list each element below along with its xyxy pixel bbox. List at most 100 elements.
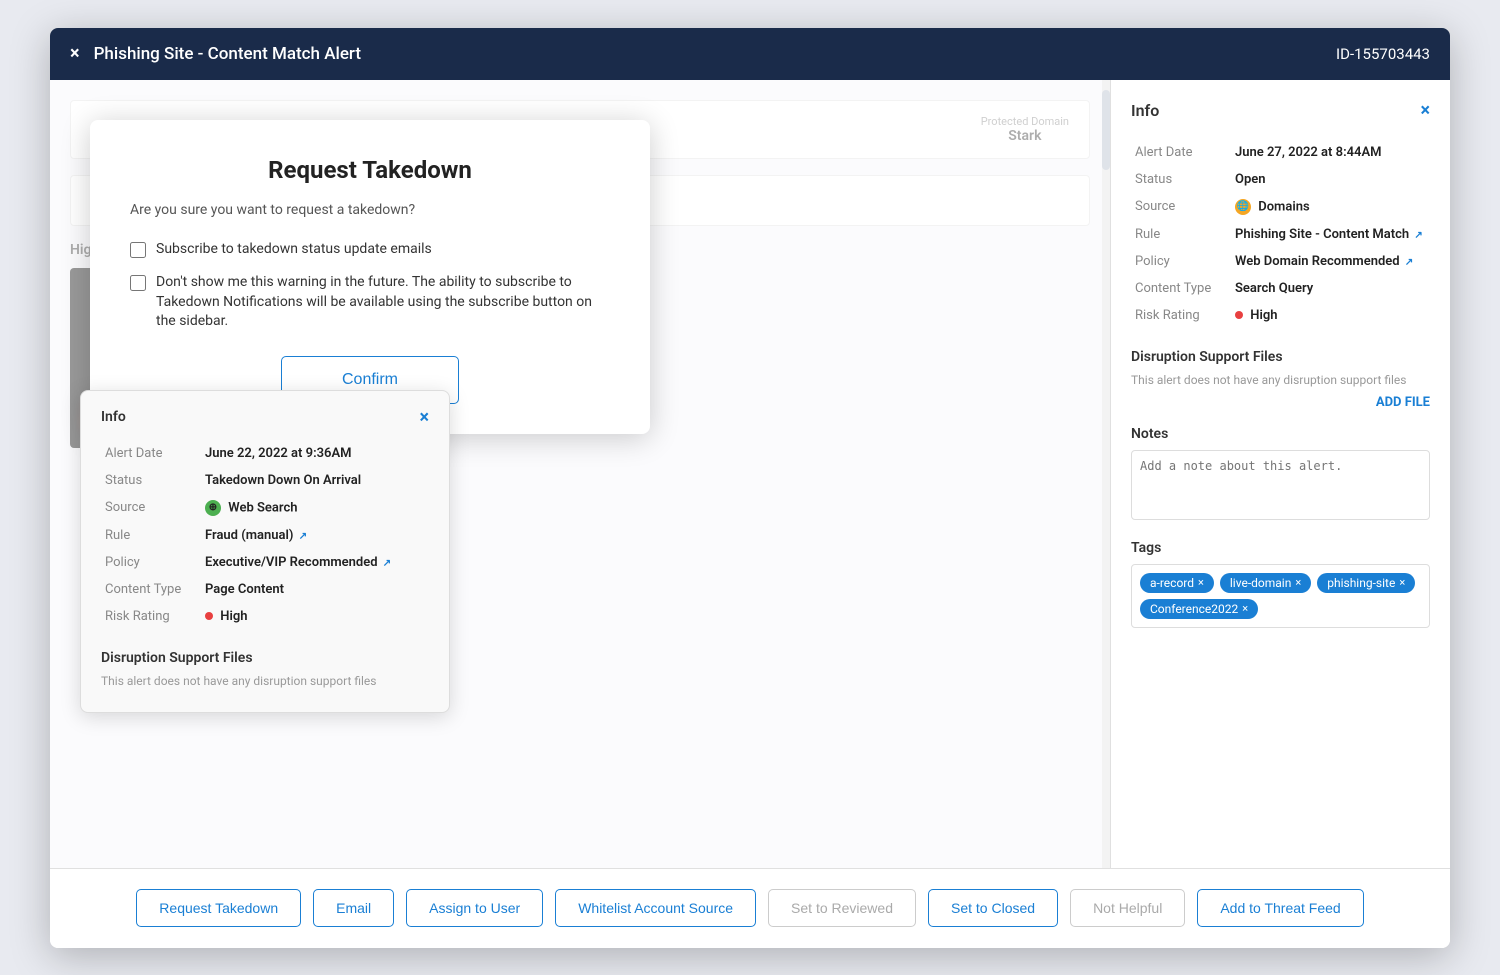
modal-title: Request Takedown xyxy=(130,156,610,184)
info-small-policy-value: Executive/VIP Recommended ↗ xyxy=(201,549,429,576)
risk-dot-small xyxy=(205,612,213,620)
risk-rating-value: High xyxy=(1231,302,1430,329)
info-small-alert-date-value: June 22, 2022 at 9:36AM xyxy=(201,440,429,467)
source-label: Source xyxy=(1131,193,1231,221)
info-small-content-type-value: Page Content xyxy=(201,576,429,603)
content-type-value: Search Query xyxy=(1231,275,1430,302)
tag-remove-live-domain[interactable]: × xyxy=(1295,576,1301,589)
info-small-source-label: Source xyxy=(101,494,201,522)
checkbox-row-1: Subscribe to takedown status update emai… xyxy=(130,240,610,260)
subscribe-checkbox[interactable] xyxy=(130,242,146,258)
right-panel-header: Info × xyxy=(1131,100,1430,121)
info-small-rule-value: Fraud (manual) ↗ xyxy=(201,522,429,549)
disruption-note: This alert does not have any disruption … xyxy=(1131,373,1430,387)
rule-value: Phishing Site - Content Match ↗ xyxy=(1231,221,1430,248)
tag-a-record: a-record × xyxy=(1140,573,1214,593)
notes-textarea[interactable] xyxy=(1131,450,1430,520)
takedown-modal: Request Takedown Are you sure you want t… xyxy=(90,120,650,434)
disruption-title: Disruption Support Files xyxy=(1131,349,1430,365)
info-small-close-button[interactable]: × xyxy=(419,407,429,428)
dont-show-label: Don't show me this warning in the future… xyxy=(156,273,610,332)
rule-link-icon[interactable]: ↗ xyxy=(299,531,307,542)
web-search-icon: ⊕ xyxy=(205,500,221,516)
risk-dot-right xyxy=(1235,311,1243,319)
right-panel-close-button[interactable]: × xyxy=(1420,100,1430,121)
tag-live-domain: live-domain × xyxy=(1220,573,1311,593)
domain-icon: 🌐 xyxy=(1235,199,1251,215)
tag-label-live-domain: live-domain xyxy=(1230,576,1291,590)
right-panel: Info × Alert Date June 27, 2022 at 8:44A… xyxy=(1110,80,1450,868)
add-file-link[interactable]: ADD FILE xyxy=(1131,395,1430,410)
policy-value: Web Domain Recommended ↗ xyxy=(1231,248,1430,275)
tag-remove-phishing-site[interactable]: × xyxy=(1399,576,1405,589)
alert-id: ID-155703443 xyxy=(1336,45,1430,63)
modal-question: Are you sure you want to request a taked… xyxy=(130,202,610,218)
right-panel-title: Info xyxy=(1131,101,1159,120)
not-helpful-button[interactable]: Not Helpful xyxy=(1070,889,1185,927)
info-small-status-row: Status Takedown Down On Arrival xyxy=(101,467,429,494)
alert-date-value: June 27, 2022 at 8:44AM xyxy=(1231,139,1430,166)
dont-show-checkbox[interactable] xyxy=(130,275,146,291)
tag-remove-conference2022[interactable]: × xyxy=(1242,602,1248,615)
request-takedown-button[interactable]: Request Takedown xyxy=(136,889,301,927)
checkbox-row-2: Don't show me this warning in the future… xyxy=(130,273,610,332)
risk-rating-label: Risk Rating xyxy=(1131,302,1231,329)
tag-label-phishing-site: phishing-site xyxy=(1327,576,1395,590)
subscribe-label: Subscribe to takedown status update emai… xyxy=(156,240,432,260)
tags-container: a-record × live-domain × phishing-site ×… xyxy=(1131,564,1430,628)
info-small-source-row: Source ⊕ Web Search xyxy=(101,494,429,522)
info-small-rule-label: Rule xyxy=(101,522,201,549)
policy-link-icon-small[interactable]: ↗ xyxy=(383,558,391,569)
tags-title: Tags xyxy=(1131,540,1430,556)
info-small-content-type-row: Content Type Page Content xyxy=(101,576,429,603)
main-window: × Phishing Site - Content Match Alert ID… xyxy=(50,28,1450,948)
set-to-closed-button[interactable]: Set to Closed xyxy=(928,889,1058,927)
info-small-risk-label: Risk Rating xyxy=(101,603,201,630)
alert-date-row: Alert Date June 27, 2022 at 8:44AM xyxy=(1131,139,1430,166)
policy-link-icon[interactable]: ↗ xyxy=(1405,257,1413,268)
info-small-status-value: Takedown Down On Arrival xyxy=(201,467,429,494)
tag-label-a-record: a-record xyxy=(1150,576,1194,590)
info-panel-small-title: Info xyxy=(101,409,126,425)
info-small-rule-row: Rule Fraud (manual) ↗ xyxy=(101,522,429,549)
whitelist-account-source-button[interactable]: Whitelist Account Source xyxy=(555,889,756,927)
risk-rating-row: Risk Rating High xyxy=(1131,302,1430,329)
rule-link-icon-right[interactable]: ↗ xyxy=(1414,230,1422,241)
info-small-source-value: ⊕ Web Search xyxy=(201,494,429,522)
info-small-status-label: Status xyxy=(101,467,201,494)
assign-to-user-button[interactable]: Assign to User xyxy=(406,889,543,927)
policy-label: Policy xyxy=(1131,248,1231,275)
source-value: 🌐 Domains xyxy=(1231,193,1430,221)
set-to-reviewed-button[interactable]: Set to Reviewed xyxy=(768,889,916,927)
alert-date-label: Alert Date xyxy=(1131,139,1231,166)
info-panel-small: Info × Alert Date June 22, 2022 at 9:36A… xyxy=(80,390,450,713)
tag-phishing-site: phishing-site × xyxy=(1317,573,1415,593)
source-row: Source 🌐 Domains xyxy=(1131,193,1430,221)
title-bar: × Phishing Site - Content Match Alert ID… xyxy=(50,28,1450,80)
main-content: Protected Domain Stark Status Live Phish… xyxy=(50,80,1450,868)
add-to-threat-feed-button[interactable]: Add to Threat Feed xyxy=(1197,889,1363,927)
right-panel-info-table: Alert Date June 27, 2022 at 8:44AM Statu… xyxy=(1131,139,1430,329)
tag-remove-a-record[interactable]: × xyxy=(1198,576,1204,589)
window-close-button[interactable]: × xyxy=(70,43,80,64)
info-small-table: Alert Date June 22, 2022 at 9:36AM Statu… xyxy=(101,440,429,630)
info-small-alert-date-row: Alert Date June 22, 2022 at 9:36AM xyxy=(101,440,429,467)
info-small-alert-date-label: Alert Date xyxy=(101,440,201,467)
email-button[interactable]: Email xyxy=(313,889,394,927)
info-small-content-type-label: Content Type xyxy=(101,576,201,603)
tag-label-conference2022: Conference2022 xyxy=(1150,602,1238,616)
info-small-policy-row: Policy Executive/VIP Recommended ↗ xyxy=(101,549,429,576)
info-small-risk-value: High xyxy=(201,603,429,630)
status-row: Status Open xyxy=(1131,166,1430,193)
tag-conference2022: Conference2022 × xyxy=(1140,599,1258,619)
content-type-label: Content Type xyxy=(1131,275,1231,302)
info-small-disruption-title: Disruption Support Files xyxy=(101,650,429,666)
action-bar: Request Takedown Email Assign to User Wh… xyxy=(50,868,1450,948)
notes-title: Notes xyxy=(1131,426,1430,442)
info-small-disruption-note: This alert does not have any disruption … xyxy=(101,674,429,688)
rule-row: Rule Phishing Site - Content Match ↗ xyxy=(1131,221,1430,248)
info-panel-small-header: Info × xyxy=(101,407,429,428)
policy-row: Policy Web Domain Recommended ↗ xyxy=(1131,248,1430,275)
status-label: Status xyxy=(1131,166,1231,193)
center-area: Protected Domain Stark Status Live Phish… xyxy=(50,80,1110,868)
